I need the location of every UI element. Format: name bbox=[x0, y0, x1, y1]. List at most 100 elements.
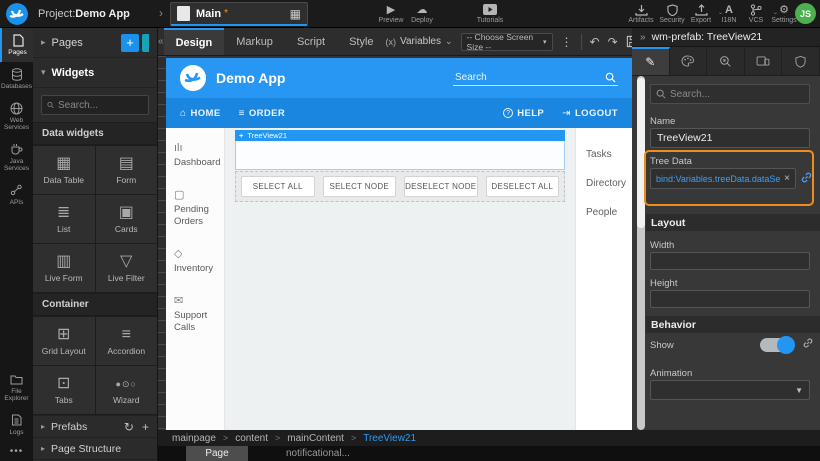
tab-events[interactable] bbox=[707, 47, 745, 75]
widget-tile-live-filter[interactable]: ▽Live Filter bbox=[96, 244, 158, 292]
prefabs-label: Prefabs bbox=[51, 421, 87, 433]
rail-more-button[interactable]: ••• bbox=[0, 442, 33, 461]
breadcrumb-item-mainpage[interactable]: mainpage bbox=[172, 433, 216, 444]
select-caret-icon: ▾ bbox=[543, 38, 547, 46]
rail-item-web-services[interactable]: Web Services bbox=[0, 96, 33, 137]
sidebar-item-dashboard[interactable]: ılıDashboard bbox=[174, 142, 216, 169]
widget-tile-grid-layout[interactable]: ⊞Grid Layout bbox=[33, 317, 95, 365]
page-actions-button[interactable] bbox=[142, 34, 149, 52]
widget-tile-data-table[interactable]: ▦Data Table bbox=[33, 146, 95, 194]
width-field-input[interactable] bbox=[650, 252, 810, 270]
preview-app-header[interactable]: Demo App Search bbox=[166, 58, 632, 98]
page-tab-main[interactable]: Main * ▦ bbox=[170, 2, 308, 26]
widget-tile-accordion[interactable]: ≡Accordion bbox=[96, 317, 158, 365]
height-field-label: Height bbox=[650, 278, 677, 289]
waffle-menu-icon[interactable]: ▦ bbox=[290, 7, 301, 21]
animation-select[interactable]: ▼ bbox=[650, 380, 810, 400]
refresh-prefabs-icon[interactable]: ↻ bbox=[124, 420, 134, 434]
more-options-button[interactable]: ⋮ bbox=[561, 35, 573, 49]
tab-style[interactable]: Style bbox=[337, 28, 385, 55]
widget-search-input[interactable] bbox=[58, 100, 143, 111]
show-bind-link-icon[interactable] bbox=[802, 337, 814, 349]
variables-button[interactable]: (x) Variables ⌄ bbox=[386, 36, 453, 47]
screen-size-select[interactable]: -- Choose Screen Size -- ▾ bbox=[461, 33, 553, 51]
tree-data-bind-input[interactable]: bind:Variables.treeData.dataSet × bbox=[650, 168, 796, 189]
undo-button[interactable]: ↶ bbox=[590, 35, 600, 49]
app-search-field[interactable]: Search bbox=[453, 70, 618, 86]
link-people[interactable]: People bbox=[576, 198, 632, 227]
add-page-button[interactable]: + bbox=[121, 34, 139, 52]
property-search-input[interactable] bbox=[670, 89, 790, 100]
prefabs-section-header[interactable]: ▸ Prefabs ↻+ bbox=[33, 415, 157, 437]
link-directory[interactable]: Directory bbox=[576, 169, 632, 198]
widget-tile-cards[interactable]: ▣Cards bbox=[96, 195, 158, 243]
breadcrumb-item-content[interactable]: content bbox=[235, 433, 268, 444]
panel-scrollbar[interactable] bbox=[637, 76, 645, 430]
widgets-section-header[interactable]: ▾ Widgets bbox=[33, 58, 157, 88]
widget-tile-tabs[interactable]: ⊡Tabs bbox=[33, 366, 95, 414]
rail-item-logs[interactable]: Logs bbox=[0, 408, 33, 442]
nav-order-link[interactable]: ≡ORDER bbox=[239, 108, 286, 119]
redo-button[interactable]: ↷ bbox=[608, 35, 618, 49]
nav-help-link[interactable]: ?HELP bbox=[503, 108, 544, 119]
nav-help-label: HELP bbox=[517, 108, 544, 119]
widget-tile-live-form[interactable]: ▥Live Form bbox=[33, 244, 95, 292]
show-toggle[interactable] bbox=[760, 338, 794, 352]
widget-search-box[interactable] bbox=[41, 95, 149, 115]
tutorials-button[interactable]: Tutorials bbox=[470, 3, 510, 24]
widget-tile-wizard[interactable]: ●⊙○Wizard bbox=[96, 366, 158, 414]
rail-item-file-explorer[interactable]: File Explorer bbox=[0, 367, 33, 408]
behavior-section-header[interactable]: Behavior bbox=[646, 316, 820, 333]
bind-link-icon[interactable] bbox=[800, 171, 813, 184]
height-field-input[interactable] bbox=[650, 290, 810, 308]
design-canvas[interactable]: Demo App Search ⌂HOME ≡ORDER ?HELP ⇥LOGO… bbox=[166, 58, 632, 430]
add-prefab-icon[interactable]: + bbox=[142, 420, 149, 434]
deploy-button[interactable]: ☁ Deploy bbox=[402, 3, 442, 24]
tab-design[interactable]: Design bbox=[164, 28, 225, 55]
user-avatar[interactable]: JS bbox=[795, 3, 816, 24]
treeview-widget[interactable] bbox=[235, 141, 565, 170]
select-node-button[interactable]: SELECT NODE bbox=[323, 176, 397, 197]
deselect-node-button[interactable]: DESELECT NODE bbox=[404, 176, 478, 197]
tab-properties[interactable]: ✎ bbox=[632, 47, 670, 75]
rail-item-java-services[interactable]: Java Services bbox=[0, 137, 33, 178]
name-field-input[interactable] bbox=[650, 128, 810, 148]
chevron-right-icon: › bbox=[159, 6, 163, 20]
pages-section-header[interactable]: ▸ Pages + bbox=[33, 28, 157, 58]
tile-label: Live Filter bbox=[108, 273, 145, 283]
sidebar-item-inventory[interactable]: ◇Inventory bbox=[174, 248, 216, 275]
wavemaker-logo-icon[interactable] bbox=[6, 3, 28, 25]
pages-icon bbox=[2, 33, 33, 47]
sidebar-item-pending-orders[interactable]: ▢Pending Orders bbox=[174, 189, 216, 228]
deploy-label: Deploy bbox=[402, 17, 442, 24]
breadcrumb-item-maincontent[interactable]: mainContent bbox=[287, 433, 344, 444]
deselect-all-button[interactable]: DESELECT ALL bbox=[486, 176, 560, 197]
rail-item-apis[interactable]: APIs bbox=[0, 178, 33, 212]
nav-logout-link[interactable]: ⇥LOGOUT bbox=[562, 108, 618, 119]
tab-script[interactable]: Script bbox=[285, 28, 337, 55]
data-table-icon: ▦ bbox=[56, 156, 71, 172]
collapse-panel-icon[interactable]: » bbox=[640, 32, 646, 43]
clear-binding-icon[interactable]: × bbox=[784, 173, 790, 184]
widget-tile-list[interactable]: ≣List bbox=[33, 195, 95, 243]
layout-section-header[interactable]: Layout bbox=[646, 214, 820, 231]
tab-styles[interactable] bbox=[670, 47, 708, 75]
breadcrumb-separator: > bbox=[275, 433, 280, 443]
tab-devices[interactable] bbox=[745, 47, 783, 75]
rail-item-pages[interactable]: Pages bbox=[0, 28, 33, 62]
button-row-container[interactable]: SELECT ALL SELECT NODE DESELECT NODE DES… bbox=[235, 171, 565, 202]
link-tasks[interactable]: Tasks bbox=[576, 140, 632, 169]
treeview-selection-label[interactable]: + TreeView21 bbox=[235, 130, 565, 141]
tab-markup[interactable]: Markup bbox=[224, 28, 285, 55]
sidebar-item-support-calls[interactable]: ✉Support Calls bbox=[174, 295, 216, 334]
page-structure-section-header[interactable]: ▸ Page Structure bbox=[33, 437, 157, 459]
rail-item-databases[interactable]: Databases bbox=[0, 62, 33, 96]
breadcrumb-item-treeview21[interactable]: TreeView21 bbox=[363, 433, 416, 444]
property-search-box[interactable] bbox=[650, 84, 810, 104]
tab-security[interactable] bbox=[782, 47, 820, 75]
select-all-button[interactable]: SELECT ALL bbox=[241, 176, 315, 197]
status-tab-page[interactable]: Page bbox=[186, 446, 248, 461]
nav-home-link[interactable]: ⌂HOME bbox=[180, 108, 221, 119]
preview-main-content: + TreeView21 SELECT ALL SELECT NODE DESE… bbox=[225, 128, 575, 430]
widget-tile-form[interactable]: ▤Form bbox=[96, 146, 158, 194]
